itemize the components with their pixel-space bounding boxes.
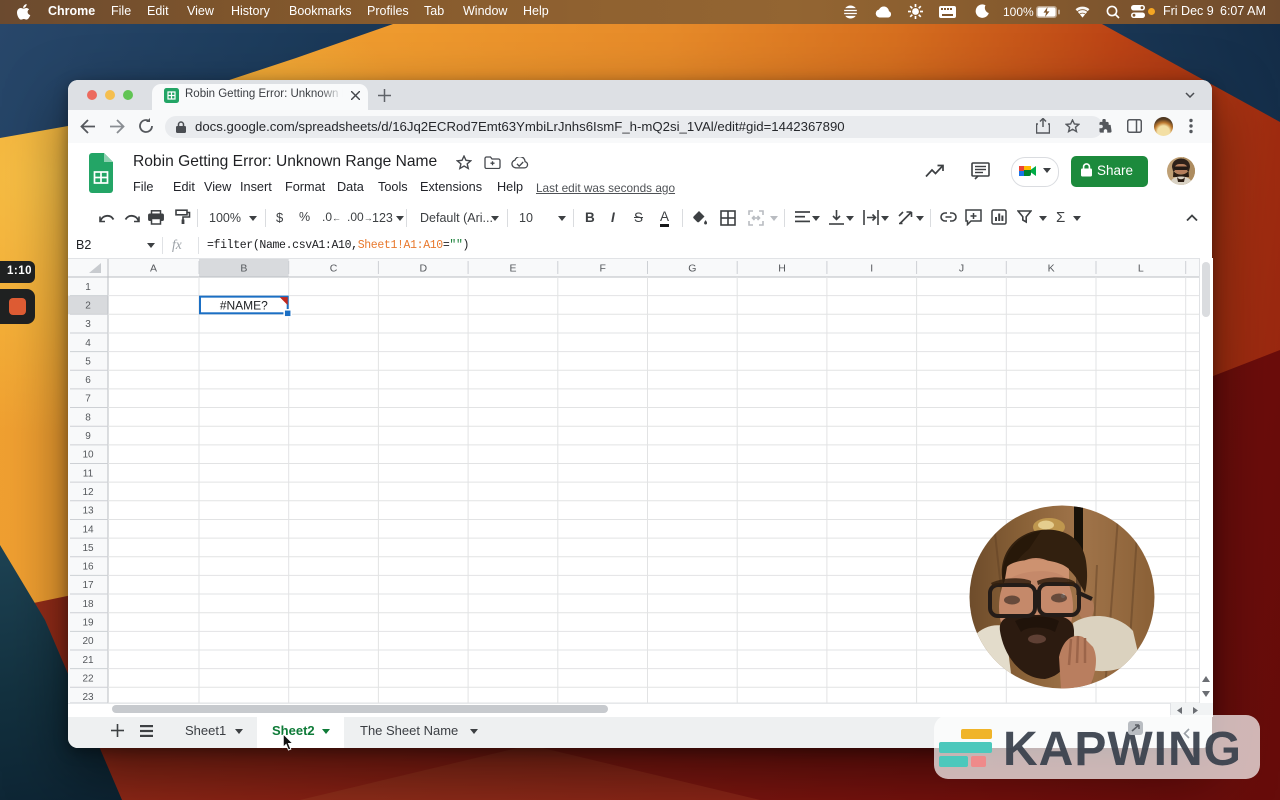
svg-text:J: J bbox=[959, 263, 964, 275]
svg-text:20: 20 bbox=[82, 636, 94, 647]
svg-text:19: 19 bbox=[82, 618, 94, 629]
svg-text:C: C bbox=[330, 263, 338, 275]
svg-text:H: H bbox=[778, 263, 786, 275]
svg-text:9: 9 bbox=[85, 431, 91, 442]
svg-text:I: I bbox=[870, 263, 873, 275]
svg-text:#NAME?: #NAME? bbox=[220, 298, 268, 312]
svg-text:B: B bbox=[240, 263, 247, 275]
svg-text:22: 22 bbox=[82, 673, 94, 684]
svg-text:2: 2 bbox=[85, 300, 91, 311]
svg-text:10: 10 bbox=[82, 450, 94, 461]
svg-text:13: 13 bbox=[82, 506, 94, 517]
svg-text:23: 23 bbox=[82, 692, 94, 703]
svg-text:A: A bbox=[150, 263, 157, 275]
svg-text:8: 8 bbox=[85, 412, 91, 423]
svg-text:6: 6 bbox=[85, 375, 91, 386]
svg-text:E: E bbox=[509, 263, 516, 275]
svg-text:21: 21 bbox=[82, 655, 94, 666]
svg-text:4: 4 bbox=[85, 338, 91, 349]
svg-text:3: 3 bbox=[85, 319, 91, 330]
svg-text:G: G bbox=[688, 263, 696, 275]
svg-text:5: 5 bbox=[85, 356, 91, 367]
svg-text:K: K bbox=[1048, 263, 1055, 275]
svg-text:15: 15 bbox=[82, 543, 94, 554]
svg-text:17: 17 bbox=[82, 580, 94, 591]
svg-text:F: F bbox=[599, 263, 605, 275]
svg-text:11: 11 bbox=[83, 468, 94, 479]
svg-text:14: 14 bbox=[82, 524, 94, 535]
svg-text:7: 7 bbox=[85, 394, 91, 405]
svg-text:1: 1 bbox=[85, 282, 91, 293]
svg-text:18: 18 bbox=[82, 599, 94, 610]
svg-text:12: 12 bbox=[82, 487, 94, 498]
svg-text:L: L bbox=[1138, 263, 1144, 275]
svg-text:16: 16 bbox=[82, 562, 94, 573]
svg-text:D: D bbox=[419, 263, 427, 275]
